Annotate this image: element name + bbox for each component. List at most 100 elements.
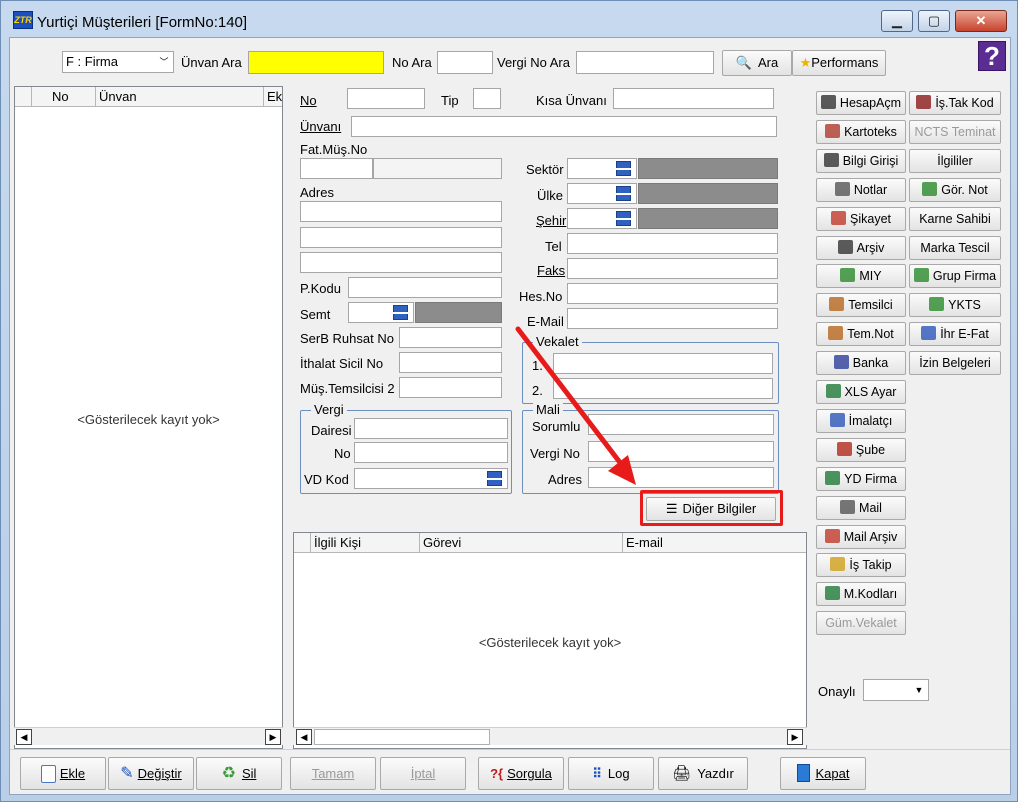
col-no[interactable]: No: [31, 87, 96, 107]
sil-button[interactable]: ♻ Sil: [196, 757, 282, 790]
side-btn-mail[interactable]: Mail: [816, 495, 906, 520]
sehir-lookup[interactable]: [567, 208, 778, 229]
maximize-button[interactable]: ▢: [918, 10, 950, 32]
scroll-thumb[interactable]: [314, 729, 490, 745]
ithalat-input[interactable]: [399, 352, 502, 373]
side-btn-arşiv[interactable]: Arşiv: [816, 235, 906, 260]
ulke-lookup[interactable]: [567, 183, 778, 204]
scroll-left-icon[interactable]: ◀: [296, 729, 312, 745]
faks-input[interactable]: [567, 258, 778, 279]
log-button[interactable]: ⠿ Log: [568, 757, 654, 790]
no-input[interactable]: [347, 88, 425, 109]
fat-mus-no-input[interactable]: [300, 158, 373, 179]
rep-note-icon: [828, 326, 844, 341]
tel-label: Tel: [545, 239, 562, 254]
vergi-no-input[interactable]: [354, 442, 508, 463]
vergi-title: Vergi: [311, 403, 347, 417]
semt-lookup[interactable]: [348, 302, 502, 323]
side-btn-m-kodları[interactable]: M.Kodları: [816, 582, 906, 607]
side-btn-kartoteks[interactable]: Kartoteks: [816, 119, 906, 144]
scroll-left-icon[interactable]: ◀: [16, 729, 32, 745]
semt-lookup-icon[interactable]: [391, 305, 410, 320]
col-email[interactable]: E-mail: [622, 533, 806, 553]
side-btn-hesapaçm[interactable]: HesapAçm: [816, 91, 906, 115]
filter-select[interactable]: F : Firma ﹀: [62, 51, 174, 73]
side-btn-notlar[interactable]: Notlar: [816, 177, 906, 202]
dairesi-input[interactable]: [354, 418, 508, 439]
left-hscrollbar[interactable]: ◀ ▶: [14, 727, 283, 745]
performans-button[interactable]: ★Performans: [792, 50, 886, 76]
col-unvan[interactable]: Ünvan: [95, 87, 263, 107]
side-btn-yd-firma[interactable]: YD Firma: [816, 466, 906, 491]
side-btn-marka-tescil[interactable]: Marka Tescil: [909, 235, 1001, 260]
kisa-unvan-input[interactable]: [613, 88, 774, 109]
ara-button[interactable]: 🔍 Ara: [722, 50, 792, 76]
col-gorevi[interactable]: Görevi: [419, 533, 622, 553]
rhombus-icon: [820, 95, 836, 109]
serb-input[interactable]: [399, 327, 502, 348]
tip-input[interactable]: [473, 88, 501, 109]
contact-grid-header: İlgili Kişi Görevi E-mail: [294, 533, 806, 553]
adres-line1-input[interactable]: [300, 201, 502, 222]
side-btn-miy[interactable]: MIY: [816, 264, 906, 289]
side-btn-gör-not[interactable]: Gör. Not: [909, 177, 1001, 202]
star-icon: ★: [799, 55, 812, 70]
close-icon: ✕: [975, 13, 987, 28]
scroll-right-icon[interactable]: ▶: [787, 729, 803, 745]
side-btn-şube[interactable]: Şube: [816, 437, 906, 462]
side-btn-şikayet[interactable]: Şikayet: [816, 206, 906, 231]
hesno-input[interactable]: [567, 283, 778, 304]
tamam-button[interactable]: Tamam: [290, 757, 376, 790]
side-btn-i-malatçı[interactable]: İmalatçı: [816, 408, 906, 433]
close-button[interactable]: ✕: [955, 10, 1007, 32]
sektor-lookup[interactable]: [567, 158, 778, 179]
minimize-button[interactable]: ▁: [881, 10, 913, 32]
side-btn-xls-ayar[interactable]: XLS Ayar: [816, 380, 906, 404]
side-btn-mail-arşiv[interactable]: Mail Arşiv: [816, 524, 906, 549]
contact-hscrollbar[interactable]: ◀ ▶: [293, 727, 807, 745]
vergi-no-search-input[interactable]: [576, 51, 714, 74]
unvan-input[interactable]: [351, 116, 777, 137]
mus-temsilci-input[interactable]: [399, 377, 502, 398]
pkodu-input[interactable]: [348, 277, 502, 298]
adres-line2-input[interactable]: [300, 227, 502, 248]
side-btn-tem-not[interactable]: Tem.Not: [816, 322, 906, 347]
side-btn-güm-vekalet[interactable]: Güm.Vekalet: [816, 611, 906, 636]
ulke-lookup-icon[interactable]: [614, 186, 633, 201]
sorgula-button[interactable]: ?{Sorgula: [478, 757, 564, 790]
side-btn-bilgi-girişi[interactable]: Bilgi Girişi: [816, 148, 906, 173]
sektor-lookup-icon[interactable]: [614, 161, 633, 176]
unvan-search-input[interactable]: [248, 51, 384, 74]
group-icon: [913, 268, 929, 283]
side-btn-i-lgililer[interactable]: İlgililer: [909, 148, 1001, 173]
side-btn-i-ş-takip[interactable]: İş Takip: [816, 553, 906, 578]
side-btn-i-zin-belgeleri[interactable]: İzin Belgeleri: [909, 351, 1001, 376]
kapat-button[interactable]: Kapat: [780, 757, 866, 790]
scroll-right-icon[interactable]: ▶: [265, 729, 281, 745]
degistir-button[interactable]: ✎ Değiştir: [108, 757, 194, 790]
col-ek[interactable]: Ek: [263, 87, 283, 107]
col-ilgili-kisi[interactable]: İlgili Kişi: [310, 533, 419, 553]
cards-icon: [825, 123, 841, 138]
ekle-button[interactable]: Ekle: [20, 757, 106, 790]
adres-line3-input[interactable]: [300, 252, 502, 273]
vd-kod-lookup-icon[interactable]: [485, 471, 504, 486]
side-btn-temsilci[interactable]: Temsilci: [816, 293, 906, 318]
vd-kod-lookup[interactable]: [354, 468, 508, 489]
onayli-select[interactable]: ▼: [863, 679, 929, 701]
no-search-input[interactable]: [437, 51, 493, 74]
side-btn-i-hr-e-fat[interactable]: İhr E-Fat: [909, 322, 1001, 347]
contact-grid[interactable]: İlgili Kişi Görevi E-mail <Gösterilecek …: [293, 532, 807, 749]
side-btn-ykts[interactable]: YKTS: [909, 293, 1001, 318]
tel-input[interactable]: [567, 233, 778, 254]
side-btn-banka[interactable]: Banka: [816, 351, 906, 376]
iptal-button[interactable]: İptal: [380, 757, 466, 790]
customer-list-grid[interactable]: No Ünvan Ek <Gösterilecek kayıt yok>: [14, 86, 283, 749]
side-btn-grup-firma[interactable]: Grup Firma: [909, 264, 1001, 289]
sehir-lookup-icon[interactable]: [614, 211, 633, 226]
yazdir-button[interactable]: 🖨 Yazdır: [658, 757, 748, 790]
side-btn-i-ş-tak-kod[interactable]: İş.Tak Kod: [909, 91, 1001, 115]
help-icon[interactable]: ?: [978, 41, 1006, 71]
side-btn-ncts-teminat[interactable]: NCTS Teminat: [909, 119, 1001, 144]
side-btn-karne-sahibi[interactable]: Karne Sahibi: [909, 206, 1001, 231]
